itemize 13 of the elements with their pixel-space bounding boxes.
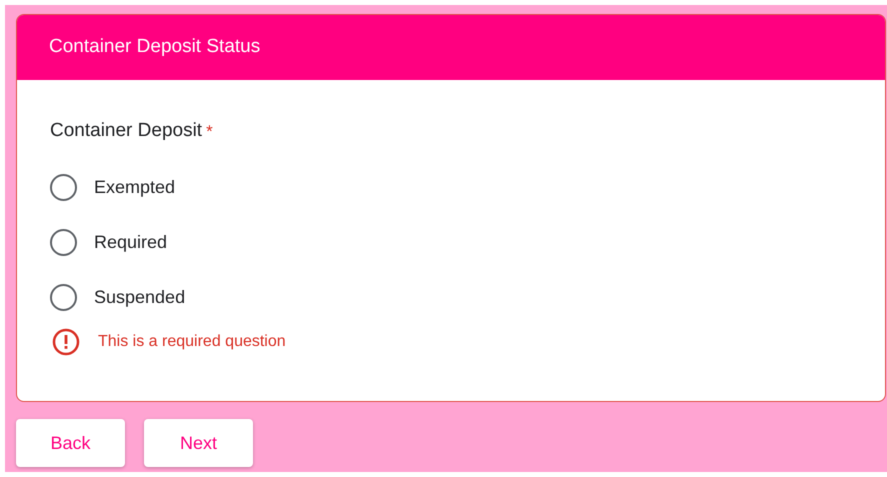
error-message: This is a required question <box>98 332 286 352</box>
radio-option[interactable]: Exempted <box>50 174 852 202</box>
radio-button[interactable] <box>50 174 77 201</box>
error-icon <box>52 328 80 356</box>
radio-button[interactable] <box>50 229 77 256</box>
section-title: Container Deposit Status <box>49 35 260 60</box>
radio-option[interactable]: Required <box>50 228 852 256</box>
radio-button[interactable] <box>50 284 77 311</box>
nav-button[interactable]: Back <box>16 419 125 467</box>
nav-button[interactable]: Next <box>144 419 253 467</box>
required-asterisk: * <box>206 120 213 142</box>
question-label: Container Deposit <box>50 119 202 143</box>
radio-option[interactable]: Suspended <box>50 284 852 312</box>
